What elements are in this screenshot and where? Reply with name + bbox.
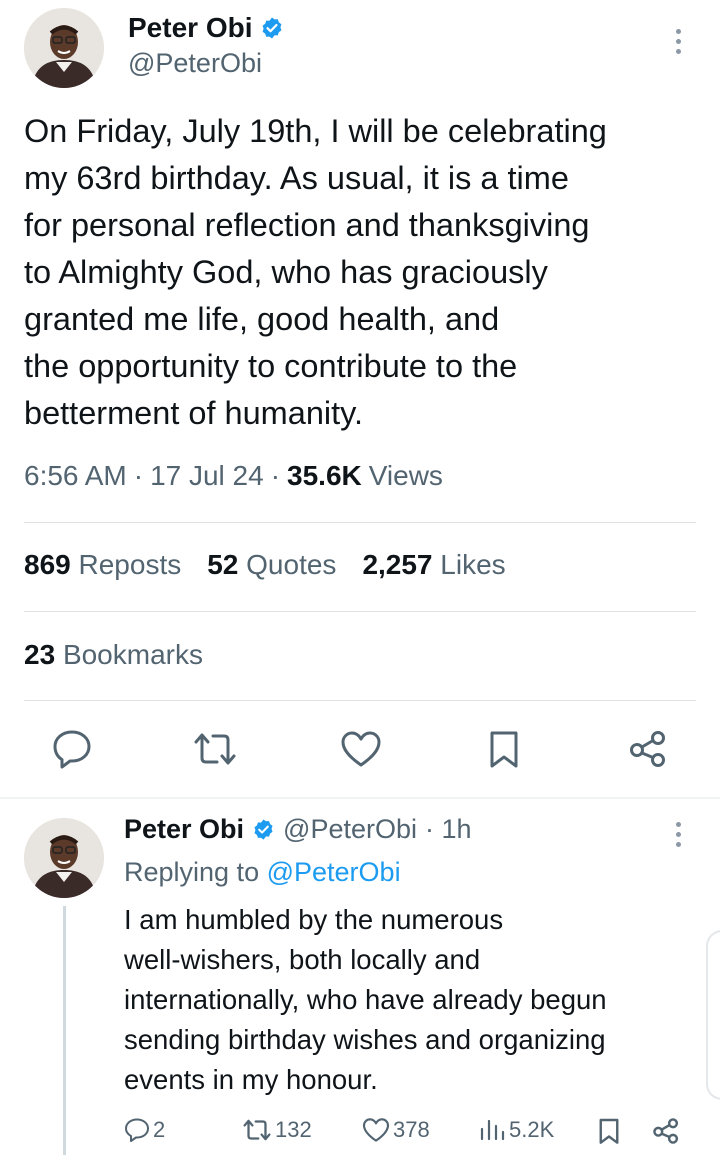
verified-badge-icon bbox=[252, 818, 275, 841]
more-options-icon[interactable] bbox=[676, 29, 681, 54]
repost-icon bbox=[243, 1119, 271, 1141]
verified-badge-icon bbox=[260, 16, 284, 40]
replying-to: Replying to @PeterObi bbox=[124, 857, 401, 888]
reply-views-button[interactable]: 5.2K bbox=[478, 1117, 554, 1143]
reply-reply-count: 2 bbox=[153, 1117, 166, 1142]
reply-repost-count: 132 bbox=[275, 1117, 312, 1142]
replying-prefix: Replying to bbox=[124, 857, 260, 887]
reply-like-count: 378 bbox=[393, 1117, 430, 1142]
reply-action-bar: 2 132 378 5.2K bbox=[124, 1117, 684, 1153]
likes-label: Likes bbox=[440, 549, 506, 580]
divider bbox=[24, 611, 696, 612]
bookmarks-count: 23 bbox=[24, 639, 56, 670]
tweet-date[interactable]: 17 Jul 24 bbox=[150, 460, 264, 492]
repost-icon[interactable] bbox=[192, 731, 238, 767]
thread-line bbox=[63, 906, 66, 1155]
reply-icon bbox=[125, 1118, 149, 1142]
share-icon[interactable] bbox=[628, 729, 668, 769]
bookmark-icon[interactable] bbox=[488, 729, 520, 769]
reply-more-options-icon[interactable] bbox=[676, 822, 681, 847]
bookmark-icon bbox=[599, 1118, 619, 1144]
views-count[interactable]: 35.6K bbox=[287, 460, 362, 492]
author-name-row[interactable]: Peter Obi bbox=[128, 12, 284, 44]
reply-reply-button[interactable]: 2 bbox=[124, 1117, 165, 1143]
divider bbox=[24, 522, 696, 523]
likes-count: 2,257 bbox=[362, 549, 433, 580]
reply-author-name[interactable]: Peter Obi bbox=[124, 814, 244, 845]
reposts-label: Reposts bbox=[78, 549, 182, 580]
tweet-text: On Friday, July 19th, I will be celebrat… bbox=[24, 113, 607, 431]
reply-text: I am humbled by the numerous well-wisher… bbox=[124, 904, 607, 1095]
reply-header: Peter Obi @PeterObi · 1h bbox=[124, 814, 472, 845]
tweet-time[interactable]: 6:56 AM bbox=[24, 460, 127, 492]
quotes-label: Quotes bbox=[246, 549, 337, 580]
reply-author-handle[interactable]: @PeterObi bbox=[283, 814, 417, 845]
reply-repost-button[interactable]: 132 bbox=[242, 1117, 312, 1143]
bookmarks-label: Bookmarks bbox=[62, 639, 203, 670]
reposts-stat[interactable]: 869 Reposts bbox=[24, 549, 181, 581]
likes-stat[interactable]: 2,257 Likes bbox=[362, 549, 505, 581]
reply-share-button[interactable] bbox=[652, 1117, 680, 1145]
section-divider bbox=[0, 797, 720, 799]
author-avatar[interactable] bbox=[24, 8, 104, 88]
divider bbox=[24, 700, 696, 701]
views-label: Views bbox=[368, 460, 443, 491]
reply-bookmark-button[interactable] bbox=[598, 1117, 620, 1145]
author-name[interactable]: Peter Obi bbox=[128, 12, 252, 44]
reply-icon[interactable] bbox=[51, 729, 93, 769]
engagement-stats: 869 Reposts 52 Quotes 2,257 Likes bbox=[24, 549, 506, 581]
side-panel-handle[interactable] bbox=[706, 930, 720, 1100]
reply-time-ago[interactable]: · 1h bbox=[425, 814, 472, 845]
meta-separator: · bbox=[270, 460, 281, 491]
views-icon bbox=[480, 1119, 505, 1141]
reply-author-avatar[interactable] bbox=[24, 818, 104, 898]
author-handle[interactable]: @PeterObi bbox=[128, 48, 262, 79]
like-icon[interactable] bbox=[340, 730, 382, 768]
quotes-count: 52 bbox=[207, 549, 239, 580]
bookmarks-stat[interactable]: 23 Bookmarks bbox=[24, 639, 203, 671]
reply-views-count: 5.2K bbox=[509, 1117, 555, 1142]
reply-like-button[interactable]: 378 bbox=[362, 1117, 430, 1143]
quotes-stat[interactable]: 52 Quotes bbox=[207, 549, 336, 581]
tweet-meta: 6:56 AM · 17 Jul 24 · 35.6K Views bbox=[24, 460, 443, 492]
replying-to-link[interactable]: @PeterObi bbox=[267, 857, 401, 887]
meta-separator: · bbox=[133, 460, 144, 491]
reposts-count: 869 bbox=[24, 549, 71, 580]
like-icon bbox=[362, 1118, 390, 1142]
share-icon bbox=[653, 1118, 679, 1144]
